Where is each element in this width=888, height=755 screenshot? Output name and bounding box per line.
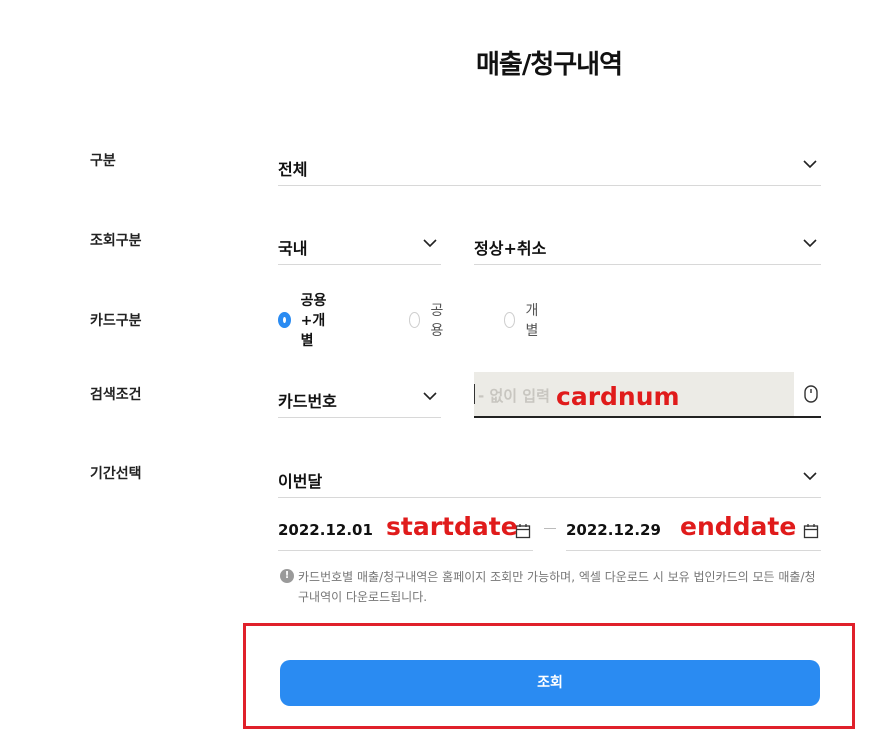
search-label: 검색조건 (90, 387, 142, 403)
period-label: 기간선택 (90, 466, 142, 482)
end-date-value: 2022.12.29 (566, 521, 661, 539)
chevron-down-icon (803, 160, 817, 169)
inquiry-region-select[interactable]: 국내 (278, 225, 441, 265)
radio-individual[interactable]: 개별 (504, 303, 543, 339)
start-date-value: 2022.12.01 (278, 521, 373, 539)
inquiry-label: 조회구분 (90, 233, 142, 249)
chevron-down-icon (423, 392, 437, 401)
notice-text: 카드번호별 매출/청구내역은 홈페이지 조회만 가능하며, 엑셀 다운로드 시 … (298, 570, 816, 604)
chevron-down-icon (423, 239, 437, 248)
page-title: 매출/청구내역 (475, 50, 623, 80)
period-select[interactable]: 이번달 (278, 458, 821, 498)
chevron-down-icon (803, 472, 817, 481)
inquiry-region-value: 국내 (278, 239, 308, 258)
search-type-value: 카드번호 (278, 392, 337, 411)
radio-label: 공용 (430, 303, 444, 339)
inquiry-status-select[interactable]: 정상+취소 (474, 225, 821, 265)
search-type-select[interactable]: 카드번호 (278, 378, 441, 418)
annotation-cardnum: cardnum (556, 382, 680, 411)
info-icon: ! (280, 569, 294, 583)
card-type-label: 카드구분 (90, 313, 142, 329)
radio-unchecked-icon (504, 312, 516, 328)
card-number-placeholder: - 없이 입력 (478, 387, 550, 405)
annotation-enddate: enddate (680, 512, 797, 541)
annotation-startdate: startdate (386, 512, 518, 541)
division-select[interactable]: 전체 (278, 146, 821, 186)
radio-shared-individual[interactable]: 공용+개별 (278, 293, 329, 349)
input-underline (474, 416, 821, 418)
inquiry-status-value: 정상+취소 (474, 239, 547, 258)
division-label: 구분 (90, 153, 116, 169)
radio-label: 개별 (525, 303, 539, 339)
calendar-icon[interactable] (803, 523, 819, 539)
division-value: 전체 (278, 160, 308, 179)
notice: ! 카드번호별 매출/청구내역은 홈페이지 조회만 가능하며, 엑셀 다운로드 … (280, 567, 825, 607)
radio-label: 공용+개별 (300, 293, 327, 349)
radio-checked-icon (278, 312, 291, 328)
period-value: 이번달 (278, 472, 323, 491)
search-button[interactable]: 조회 (280, 660, 820, 706)
radio-unchecked-icon (409, 312, 421, 328)
radio-shared[interactable]: 공용 (409, 303, 448, 339)
date-range-separator (544, 528, 556, 529)
text-cursor (474, 384, 475, 404)
mouse-icon (804, 385, 818, 403)
chevron-down-icon (803, 239, 817, 248)
